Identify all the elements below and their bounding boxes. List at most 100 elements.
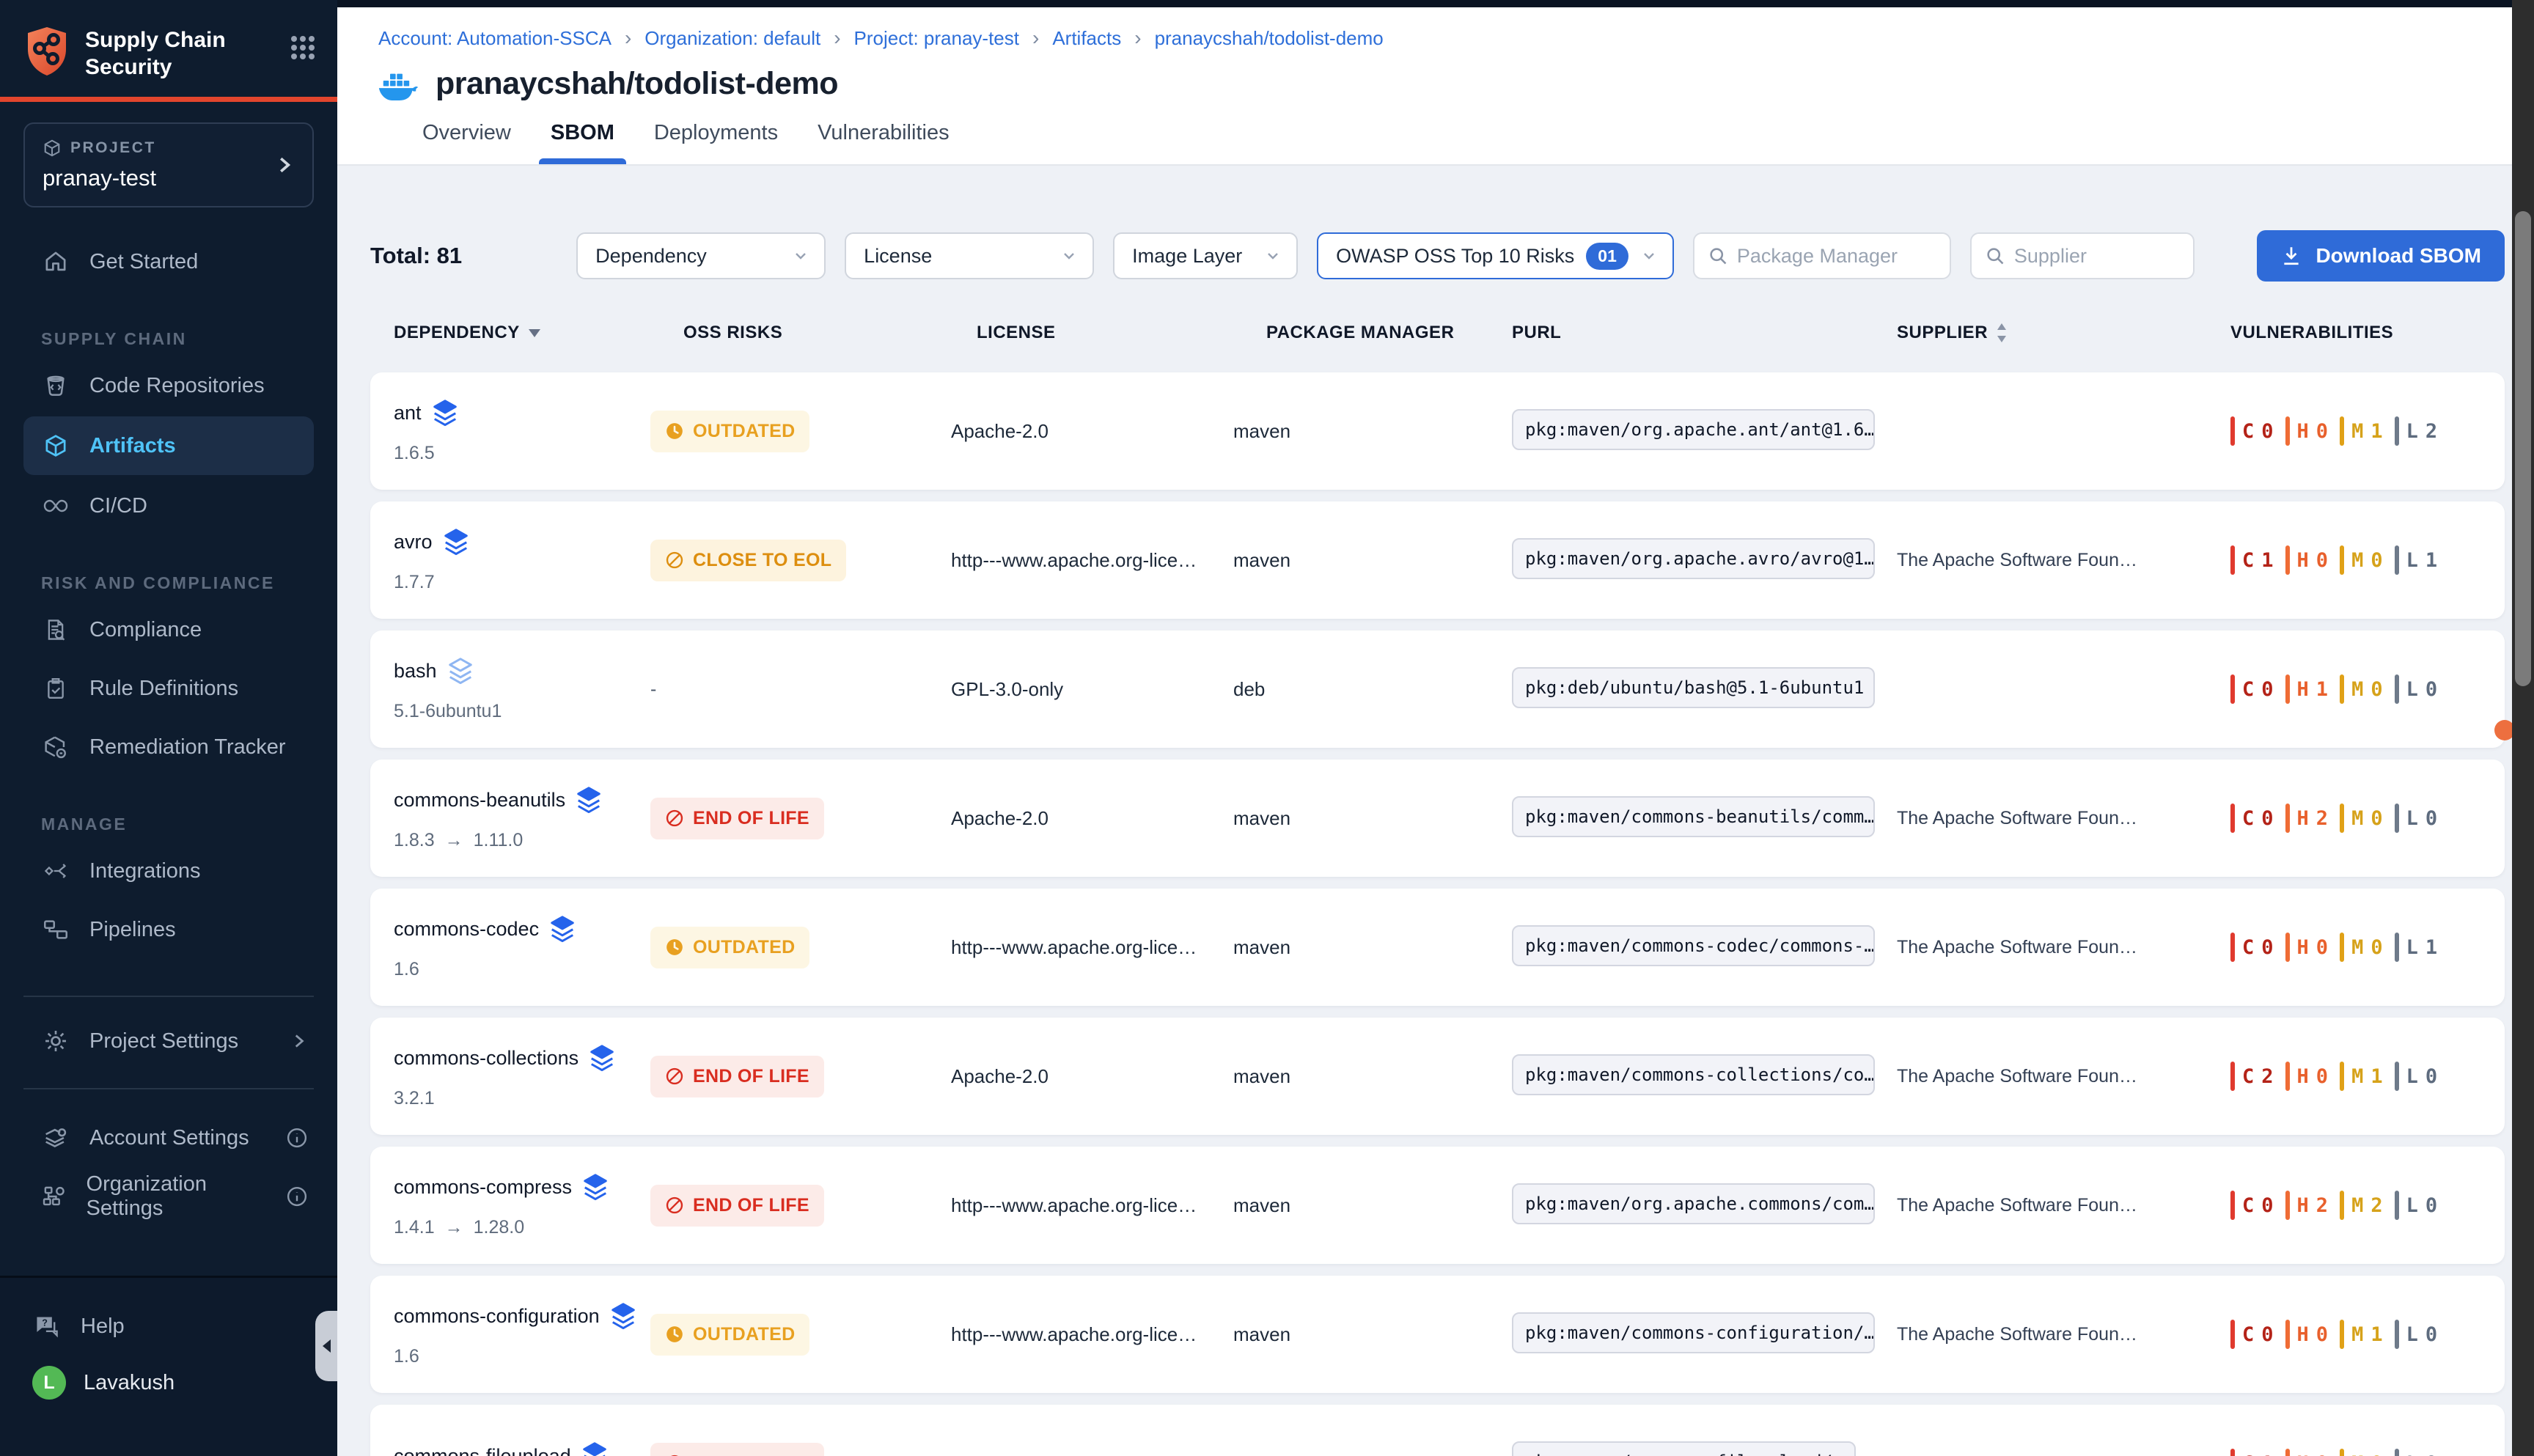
project-selector[interactable]: PROJECT pranay-test [23, 122, 314, 207]
user-menu[interactable]: L Lavakush [0, 1366, 337, 1400]
sidebar-item-project-settings[interactable]: Project Settings [0, 1012, 337, 1070]
package-manager-search-input[interactable] [1737, 245, 1936, 268]
gear-icon [41, 1029, 70, 1054]
sidebar-item-organization-settings[interactable]: Organization Settings [0, 1167, 337, 1226]
purl-chip[interactable]: pkg:maven/commons-configuration/… [1512, 1312, 1875, 1353]
license-cell: Apache-2.0 [951, 1065, 1233, 1088]
table-row[interactable]: ant 1.6.5 → [370, 372, 2505, 490]
sidebar-item-cicd[interactable]: CI/CD [0, 477, 337, 535]
vuln-critical: C0 [2230, 674, 2274, 704]
breadcrumb-artifacts[interactable]: Artifacts [1052, 27, 1121, 50]
table-row[interactable]: bash 5.1-6ubuntu1 → [370, 630, 2505, 748]
purl-cell: pkg:maven/commons-codec/commons-… [1512, 925, 1897, 970]
info-icon[interactable] [286, 1185, 308, 1207]
supplier-search-input[interactable] [2014, 245, 2180, 268]
table-row[interactable]: commons-codec 1.6 → [370, 889, 2505, 1006]
vuln-medium: M0 [2340, 674, 2383, 704]
column-header-supplier[interactable]: SUPPLIER [1897, 323, 2230, 343]
sidebar-header: Supply Chain Security [0, 0, 337, 81]
breadcrumb-organization[interactable]: Organization: default [644, 27, 820, 50]
vuln-medium-bar [2340, 1191, 2344, 1220]
sidebar-item-label: Pipelines [89, 918, 176, 942]
sidebar-item-account-settings[interactable]: Account Settings [0, 1108, 337, 1167]
breadcrumb-account[interactable]: Account: Automation-SSCA [378, 27, 612, 50]
purl-chip[interactable]: pkg:deb/ubuntu/bash@5.1-6ubuntu1 [1512, 667, 1875, 708]
sidebar-collapse-handle[interactable] [315, 1311, 337, 1381]
supplier-cell: The Apache Software Foun… [1897, 1324, 2230, 1345]
package-manager-cell: maven [1233, 1194, 1512, 1217]
table-row[interactable]: commons-beanutils 1.8.3 → 1.11.0 [370, 760, 2505, 877]
sidebar-item-help[interactable]: ? Help [0, 1297, 337, 1356]
brand-divider [0, 97, 337, 102]
vulnerabilities-cell: C1 H0 M0 L0 [2230, 1449, 2505, 1456]
vuln-critical: C2 [2230, 1062, 2274, 1091]
scrollbar-track[interactable] [2512, 0, 2534, 1456]
sidebar-item-rule-definitions[interactable]: Rule Definitions [0, 659, 337, 718]
table-row[interactable]: commons-collections 3.2.1 → [370, 1018, 2505, 1135]
sidebar-item-remediation-tracker[interactable]: Remediation Tracker [0, 718, 337, 776]
breadcrumb-artifact-name[interactable]: pranaycshah/todolist-demo [1155, 27, 1384, 50]
tab-vulnerabilities[interactable]: Vulnerabilities [818, 121, 949, 164]
tab-sbom[interactable]: SBOM [551, 121, 614, 164]
sidebar-item-label: Organization Settings [87, 1172, 267, 1221]
sidebar-item-get-started[interactable]: Get Started [0, 232, 337, 291]
vulnerabilities-cell: C0 H2 M2 L0 [2230, 1191, 2505, 1220]
vuln-high: H0 [2285, 933, 2329, 962]
help-chat-icon: ? [32, 1315, 62, 1338]
breadcrumb-separator: › [1134, 26, 1141, 50]
breadcrumb-project[interactable]: Project: pranay-test [854, 27, 1019, 50]
oss-risk-cell: END OF LIFE [650, 1185, 951, 1227]
purl-chip[interactable]: pkg:maven/commons-beanutils/comm… [1512, 796, 1875, 837]
info-icon[interactable] [286, 1127, 308, 1149]
table-row[interactable]: commons-fileupload → [370, 1405, 2505, 1456]
arrow-right-icon: → [445, 1217, 463, 1238]
column-header-dependency[interactable]: DEPENDENCY [394, 323, 650, 343]
download-sbom-button[interactable]: Download SBOM [2257, 230, 2505, 282]
purl-cell: pkg:maven/commons-configuration/… [1512, 1312, 1897, 1357]
purl-chip[interactable]: pkg:maven/org.apache.commons/com… [1512, 1183, 1875, 1224]
sidebar-item-compliance[interactable]: Compliance [0, 600, 337, 659]
dependency-filter-select[interactable]: Dependency [576, 232, 826, 279]
oss-risk-cell: OUTDATED [650, 1314, 951, 1356]
layers-icon [549, 915, 576, 944]
tab-overview[interactable]: Overview [422, 121, 511, 164]
license-filter-select[interactable]: License [845, 232, 1094, 279]
tab-deployments[interactable]: Deployments [654, 121, 778, 164]
vuln-low: L1 [2395, 545, 2438, 575]
owasp-risks-filter-select[interactable]: OWASP OSS Top 10 Risks 01 [1317, 232, 1674, 279]
sidebar-item-label: CI/CD [89, 494, 147, 518]
svg-text:?: ? [42, 1317, 48, 1328]
dependency-cell: commons-fileupload → [394, 1441, 650, 1456]
vuln-low-bar [2395, 1062, 2399, 1091]
dependency-name: bash [394, 660, 437, 683]
vuln-high: H0 [2285, 416, 2329, 446]
purl-chip[interactable]: pkg:maven/commons-collections/co… [1512, 1054, 1875, 1095]
risk-label: CLOSE TO EOL [693, 550, 831, 571]
app-window: Supply Chain Security PROJECT [0, 0, 2534, 1456]
app-grid-icon[interactable] [290, 35, 315, 60]
risk-badge: OUTDATED [650, 411, 809, 452]
sidebar-item-integrations[interactable]: Integrations [0, 842, 337, 900]
vuln-medium: M0 [2340, 1449, 2383, 1456]
account-settings-icon [41, 1125, 70, 1150]
sidebar-item-artifacts[interactable]: Artifacts [23, 416, 314, 475]
user-name: Lavakush [84, 1371, 175, 1395]
vuln-critical: C0 [2230, 1191, 2274, 1220]
sidebar-item-pipelines[interactable]: Pipelines [0, 900, 337, 959]
purl-chip[interactable]: pkg:maven/org.apache.ant/ant@1.6… [1512, 409, 1875, 450]
vuln-low-bar [2395, 416, 2399, 446]
scrollbar-thumb[interactable] [2515, 211, 2531, 686]
sidebar-item-code-repositories[interactable]: Code Repositories [0, 356, 337, 415]
package-manager-cell: maven [1233, 807, 1512, 830]
image-layer-filter-select[interactable]: Image Layer [1113, 232, 1298, 279]
table-row[interactable]: commons-configuration 1.6 → [370, 1276, 2505, 1393]
filter-count-badge: 01 [1586, 243, 1628, 270]
search-icon [1985, 246, 2005, 266]
purl-chip[interactable]: pkg:maven/commons-fileupload/… [1512, 1441, 1856, 1456]
purl-chip[interactable]: pkg:maven/org.apache.avro/avro@1… [1512, 538, 1875, 579]
table-row[interactable]: avro 1.7.7 → [370, 501, 2505, 619]
layers-icon [432, 399, 458, 428]
purl-chip[interactable]: pkg:maven/commons-codec/commons-… [1512, 925, 1875, 966]
table-row[interactable]: commons-compress 1.4.1 → 1.28.0 [370, 1147, 2505, 1264]
risk-label: END OF LIFE [693, 808, 809, 829]
